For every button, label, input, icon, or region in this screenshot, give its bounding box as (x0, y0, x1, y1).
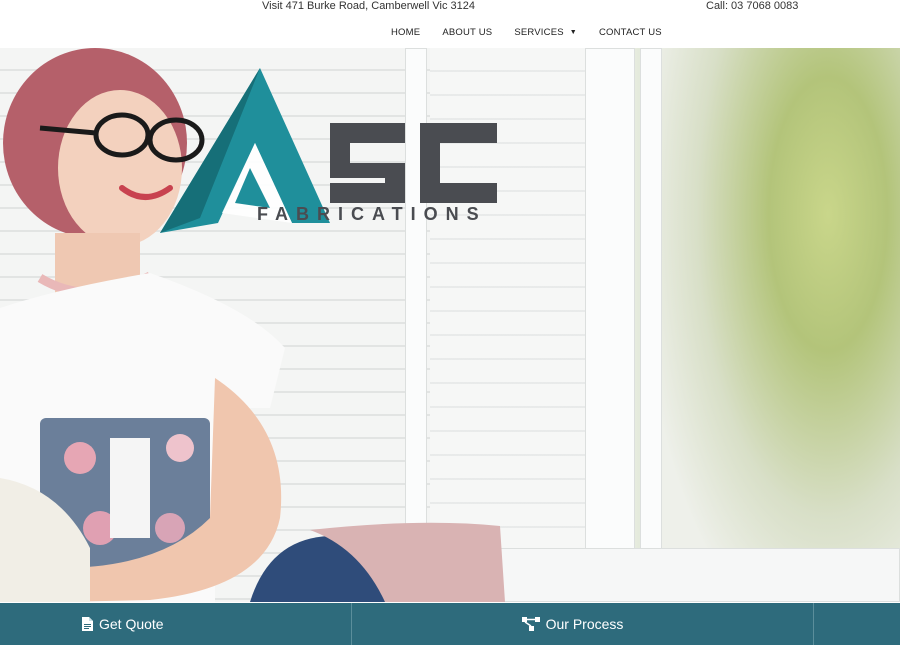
our-process-label: Our Process (545, 616, 624, 632)
window-frame-2 (585, 48, 635, 602)
document-icon (82, 617, 93, 631)
nav-services[interactable]: SERVICES ▼ (514, 27, 577, 38)
nav-contact[interactable]: CONTACT US (599, 27, 662, 38)
nav-services-label: SERVICES (514, 27, 564, 38)
address-text: Visit 471 Burke Road, Camberwell Vic 312… (262, 0, 475, 12)
top-info-bar: Visit 471 Burke Road, Camberwell Vic 312… (0, 0, 900, 14)
nav-home[interactable]: HOME (391, 27, 420, 38)
nav-contact-label: CONTACT US (598, 27, 662, 38)
our-process-button[interactable]: Our Process (352, 603, 814, 645)
flowchart-icon (521, 617, 540, 631)
nav-about[interactable]: ABOUT US (442, 27, 492, 38)
get-quote-label: Get Quote (99, 616, 164, 632)
chevron-down-icon: ▼ (569, 29, 577, 36)
bottom-action-bar: Get Quote Our Process (0, 603, 900, 645)
get-quote-button[interactable]: Get Quote (0, 603, 352, 645)
nav-about-label: ABOUT US (442, 27, 493, 38)
phone-link[interactable]: Call: 03 7068 0083 (706, 0, 798, 12)
bottom-strip (0, 645, 900, 650)
main-nav: HOME ABOUT US SERVICES ▼ CONTACT US (391, 27, 662, 38)
hero-banner: FABRICATIONS (0, 48, 900, 602)
window-frame-3 (640, 48, 662, 602)
hero-window-glass (660, 48, 900, 602)
nav-home-label: HOME (391, 27, 421, 38)
logo-subtitle: FABRICATIONS (257, 204, 487, 224)
